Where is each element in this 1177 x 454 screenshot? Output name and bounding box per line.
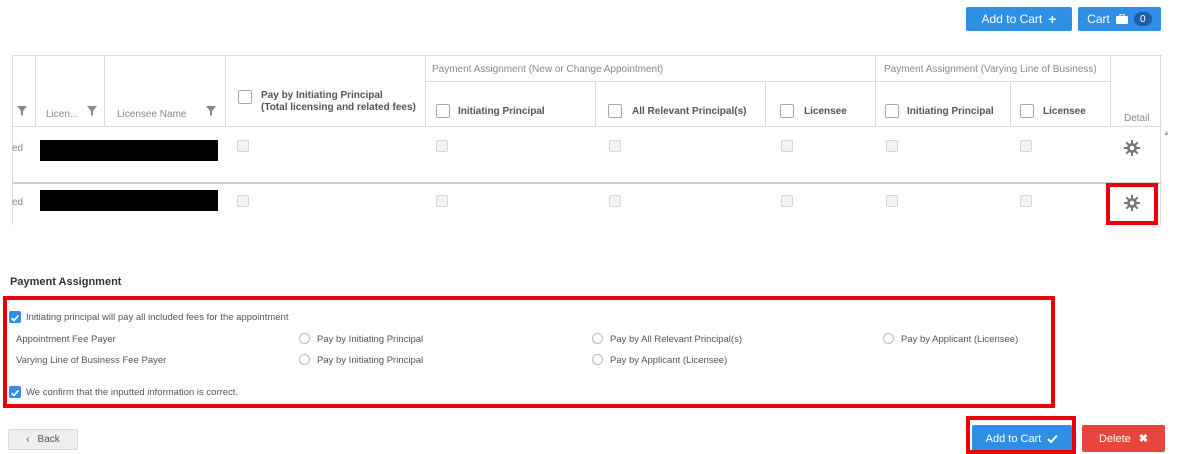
scroll-up-arrow[interactable]: ▲ — [1163, 130, 1170, 137]
row-initiating-principal-checkbox[interactable] — [436, 140, 448, 152]
col-header-pay-initiating: Pay by Initiating Principal — [261, 90, 383, 101]
confirm-checkbox[interactable] — [9, 386, 21, 398]
chevron-left-icon: ‹ — [26, 434, 30, 445]
varying-initiating-all-checkbox[interactable] — [885, 104, 899, 118]
filter-icon[interactable] — [206, 106, 216, 116]
appt-pay-applicant-radio[interactable] — [883, 333, 894, 344]
group-header-varying: Payment Assignment (Varying Line of Busi… — [884, 64, 1097, 75]
briefcase-icon — [1115, 14, 1128, 24]
vary-pay-applicant-label: Pay by Applicant (Licensee) — [610, 355, 728, 366]
initiating-pays-all-label: Initiating principal will pay all includ… — [26, 312, 289, 323]
row-initiating-principal-checkbox[interactable] — [436, 195, 448, 207]
licensee-all-checkbox[interactable] — [780, 104, 794, 118]
vary-pay-applicant-radio[interactable] — [592, 354, 603, 365]
col-header-detail: Detail — [1124, 113, 1150, 124]
cart-count-badge: 0 — [1133, 12, 1152, 26]
group-header-new-change: Payment Assignment (New or Change Appoin… — [432, 64, 664, 75]
plus-icon: + — [1048, 11, 1057, 27]
initiating-principal-all-checkbox[interactable] — [436, 104, 450, 118]
redacted-licensee-info — [40, 190, 218, 211]
highlight-box-add-to-cart — [966, 416, 1076, 454]
col-header-licensee-name[interactable]: Licensee Name — [117, 109, 186, 120]
highlight-box-detail — [1106, 183, 1158, 225]
appointment-fee-payer-label: Appointment Fee Payer — [16, 334, 116, 345]
pay-initiating-all-checkbox[interactable] — [238, 90, 252, 104]
delete-button[interactable]: Delete ✖ — [1082, 425, 1165, 452]
row-status-fragment: ed — [12, 197, 24, 208]
row-varying-initiating-checkbox[interactable] — [886, 195, 898, 207]
row-varying-licensee-checkbox[interactable] — [1020, 195, 1032, 207]
delete-label: Delete — [1098, 432, 1131, 445]
row-pay-initiating-checkbox[interactable] — [237, 140, 249, 152]
row-licensee-checkbox[interactable] — [781, 140, 793, 152]
row-all-relevant-checkbox[interactable] — [609, 140, 621, 152]
appt-pay-initiating-label: Pay by Initiating Principal — [317, 334, 424, 345]
add-to-cart-top-label: Add to Cart — [981, 12, 1043, 26]
col-header-all-relevant: All Relevant Principal(s) — [632, 106, 747, 117]
redacted-licensee-info — [40, 140, 218, 161]
varying-fee-payer-label: Varying Line of Business Fee Payer — [16, 355, 167, 366]
filter-icon[interactable] — [17, 106, 27, 116]
add-to-cart-top-button[interactable]: Add to Cart + — [966, 7, 1072, 31]
col-header-initiating-principal: Initiating Principal — [458, 106, 545, 117]
gear-icon[interactable] — [1124, 140, 1140, 156]
appt-pay-initiating-radio[interactable] — [299, 333, 310, 344]
check-icon — [10, 314, 20, 322]
vary-pay-initiating-label: Pay by Initiating Principal — [317, 355, 424, 366]
col-header-license[interactable]: Licen... — [46, 109, 78, 120]
row-pay-initiating-checkbox[interactable] — [237, 195, 249, 207]
back-button[interactable]: ‹ Back — [8, 429, 78, 450]
cart-label: Cart — [1087, 12, 1110, 26]
appt-pay-all-relevant-radio[interactable] — [592, 333, 603, 344]
row-status-fragment: ed — [12, 143, 24, 154]
col-header-varying-licensee: Licensee — [1043, 106, 1086, 117]
row-varying-initiating-checkbox[interactable] — [886, 140, 898, 152]
check-icon — [10, 389, 20, 397]
col-header-varying-initiating: Initiating Principal — [907, 106, 994, 117]
row-licensee-checkbox[interactable] — [781, 195, 793, 207]
filter-icon[interactable] — [87, 106, 97, 116]
cart-button[interactable]: Cart 0 — [1078, 7, 1161, 31]
col-header-pay-initiating-sub: (Total licensing and related fees) — [261, 102, 416, 113]
confirm-label: We confirm that the inputted information… — [26, 387, 239, 398]
back-label: Back — [37, 434, 60, 445]
varying-licensee-all-checkbox[interactable] — [1020, 104, 1034, 118]
col-header-licensee: Licensee — [804, 106, 847, 117]
payment-assignment-title: Payment Assignment — [10, 276, 122, 288]
appt-pay-applicant-label: Pay by Applicant (Licensee) — [901, 334, 1019, 345]
all-relevant-all-checkbox[interactable] — [608, 104, 622, 118]
row-all-relevant-checkbox[interactable] — [609, 195, 621, 207]
close-icon: ✖ — [1138, 433, 1148, 445]
row-varying-licensee-checkbox[interactable] — [1020, 140, 1032, 152]
initiating-pays-all-checkbox[interactable] — [9, 311, 21, 323]
appt-pay-all-relevant-label: Pay by All Relevant Principal(s) — [610, 334, 742, 345]
vary-pay-initiating-radio[interactable] — [299, 354, 310, 365]
